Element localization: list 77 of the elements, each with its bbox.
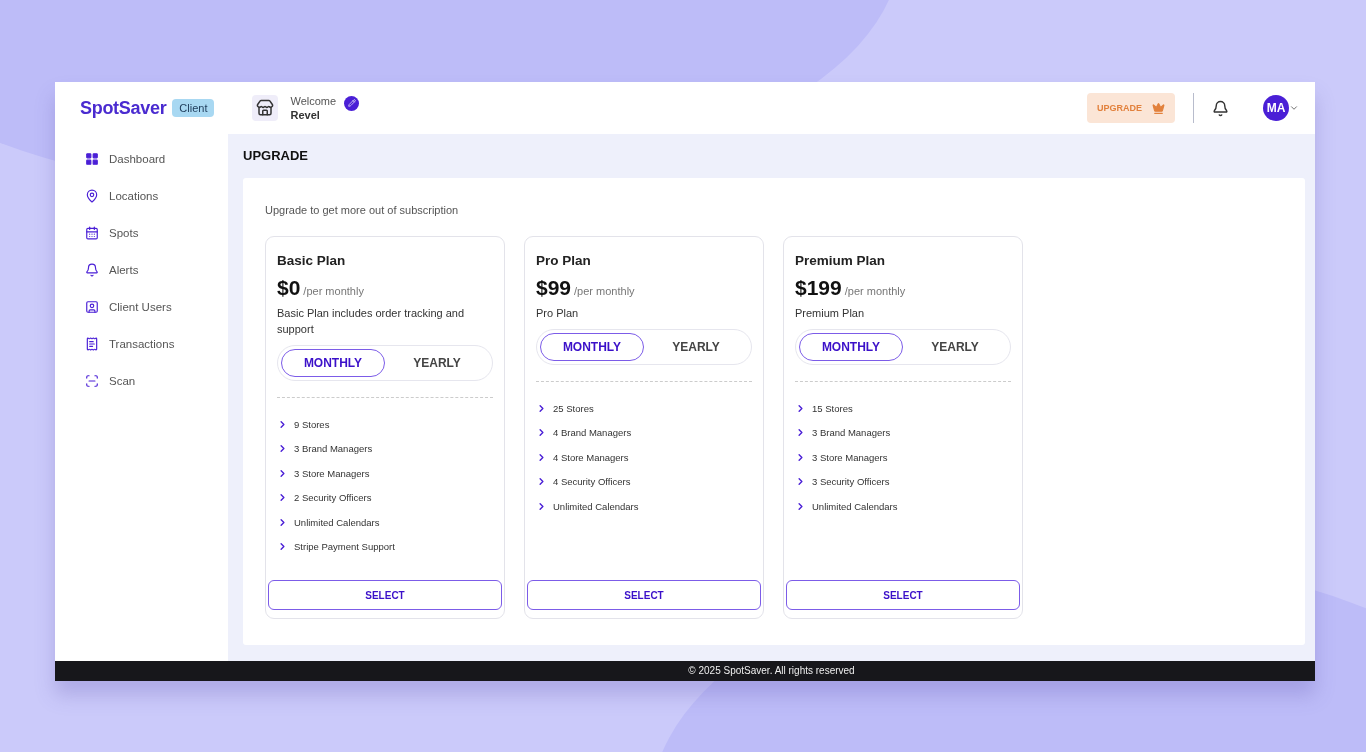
chevron-down-icon [1289, 103, 1299, 113]
user-card-icon [85, 299, 99, 314]
sidebar-item[interactable]: Alerts [55, 251, 228, 288]
sidebar-item[interactable]: Transactions [55, 325, 228, 362]
plan-price: $0 [277, 276, 301, 300]
sidebar-item[interactable]: Scan [55, 362, 228, 399]
chevron-right-icon [795, 402, 806, 414]
plan-name: Basic Plan [276, 253, 347, 268]
feature-text: 4 Security Officers [553, 476, 631, 487]
chevron-right-icon [277, 541, 288, 552]
dashboard-icon [85, 151, 99, 166]
chevron-right-icon [536, 451, 547, 463]
store-icon [252, 95, 279, 121]
plan-name: Premium Plan [794, 253, 887, 268]
chevron-right-icon [277, 443, 288, 454]
user-name: Revel [290, 108, 321, 122]
sidebar-item[interactable]: Client Users [55, 288, 228, 325]
plan-description: Premium Plan [794, 306, 866, 321]
price-period: /per monthly [844, 285, 906, 297]
feature-text: 3 Brand Managers [812, 427, 891, 438]
chevron-right-icon [795, 451, 806, 463]
role-badge: Client [172, 99, 215, 117]
billing-option[interactable]: MONTHLY [540, 333, 644, 361]
logo: SpotSaver [80, 97, 167, 119]
feature-text: 9 Stores [294, 418, 330, 430]
plan-price: $199 [795, 276, 842, 300]
select-button[interactable]: SELECT [786, 580, 1020, 610]
chevron-right-icon [277, 492, 288, 503]
sidebar-item[interactable]: Locations [55, 177, 228, 214]
plan-description: Pro Plan [535, 306, 580, 321]
footer-text: © 2025 SpotSaver. All rights reserved [55, 661, 1315, 681]
chevron-right-icon [795, 427, 806, 438]
plan-description: Basic Plan includes order tracking and support [276, 306, 466, 337]
feature-text: 25 Stores [553, 402, 594, 414]
feature-text: 2 Security Officers [294, 492, 372, 503]
select-button[interactable]: SELECT [527, 580, 761, 610]
feature-text: Stripe Payment Support [294, 541, 395, 552]
sidebar-item[interactable]: Dashboard [55, 140, 228, 177]
welcome-text: Welcome [290, 94, 337, 108]
feature-text: 4 Store Managers [553, 451, 629, 463]
feature-text: 4 Brand Managers [553, 427, 632, 438]
feature-text: 3 Store Managers [812, 451, 888, 463]
receipt-icon [85, 336, 99, 351]
bell-icon [85, 262, 99, 277]
feature-text: Unlimited Calendars [812, 500, 898, 512]
plan-price: $99 [536, 276, 572, 300]
chevron-right-icon [536, 427, 547, 438]
chevron-right-icon [795, 500, 806, 512]
feature-text: 3 Brand Managers [294, 443, 373, 454]
chevron-right-icon [536, 476, 547, 487]
price-period: /per monthly [303, 285, 364, 297]
notification-button[interactable] [1212, 99, 1229, 117]
billing-option[interactable]: MONTHLY [281, 349, 385, 377]
feature-text: 3 Security Officers [812, 476, 890, 487]
edit-button[interactable] [344, 95, 360, 111]
chevron-right-icon [795, 476, 806, 487]
feature-text: Unlimited Calendars [553, 500, 639, 512]
feature-text: 15 Stores [812, 402, 853, 414]
select-button[interactable]: SELECT [268, 580, 502, 610]
chevron-right-icon [536, 402, 547, 414]
pencil-icon [347, 99, 356, 107]
location-pin-icon [85, 188, 99, 203]
calendar-icon [85, 225, 99, 240]
chevron-right-icon [277, 516, 288, 528]
scan-icon [85, 373, 99, 388]
price-period: /per monthly [574, 285, 635, 297]
chevron-right-icon [536, 500, 547, 512]
page-title: UPGRADE [243, 148, 309, 163]
sidebar-item[interactable]: Spots [55, 214, 228, 251]
billing-option[interactable]: MONTHLY [799, 333, 903, 361]
crown-icon [1152, 101, 1165, 115]
feature-text: Unlimited Calendars [294, 516, 380, 528]
chevron-right-icon [277, 418, 288, 430]
plan-name: Pro Plan [535, 253, 592, 268]
feature-text: 3 Store Managers [294, 467, 370, 479]
chevron-right-icon [277, 467, 288, 479]
subtitle: Upgrade to get more out of subscription [265, 204, 460, 216]
